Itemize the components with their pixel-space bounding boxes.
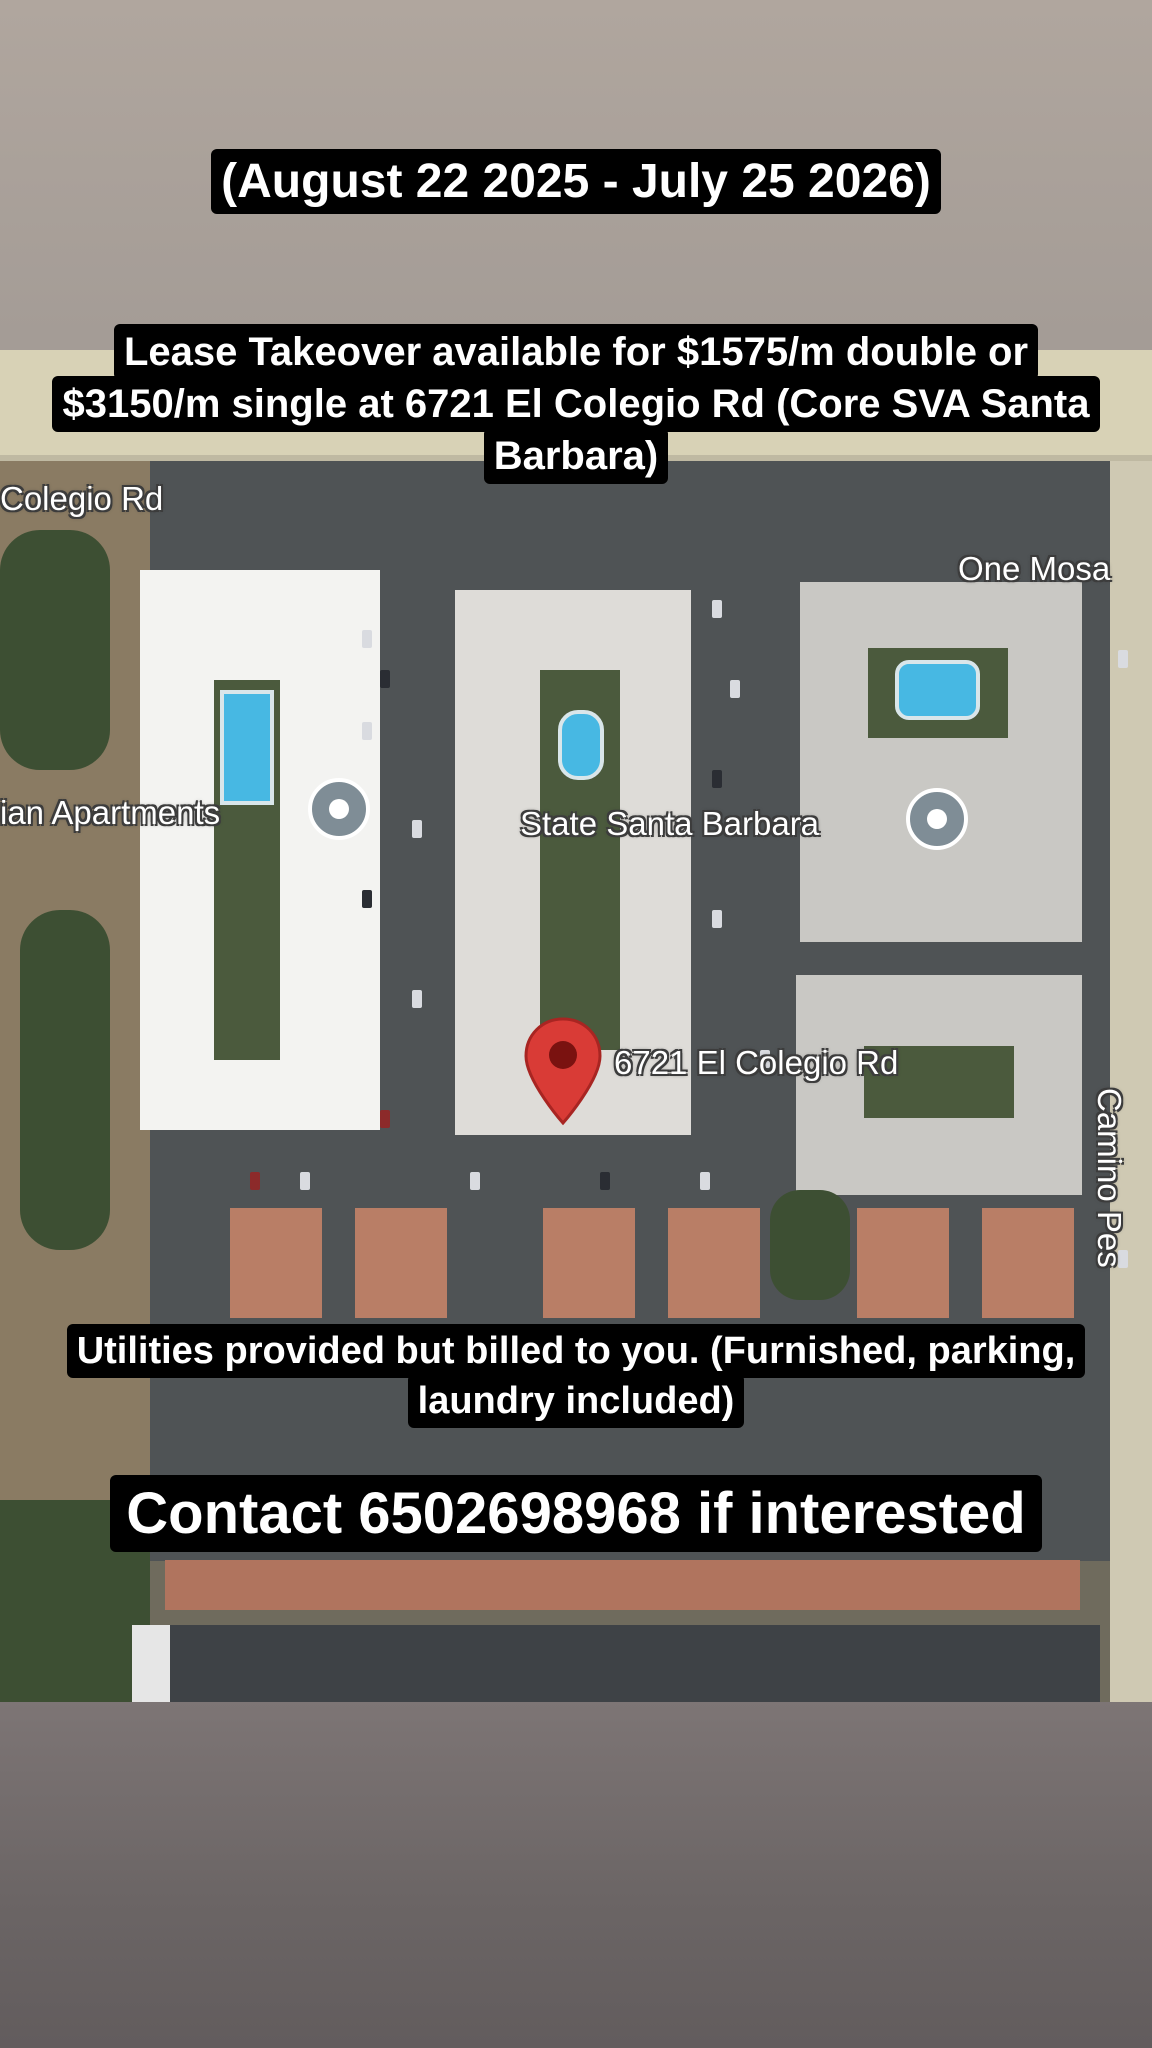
parked-car bbox=[380, 670, 390, 688]
place-marker-icon[interactable] bbox=[906, 788, 968, 850]
townhouse-roof bbox=[355, 1208, 447, 1318]
parked-car bbox=[412, 990, 422, 1008]
parked-car bbox=[362, 630, 372, 648]
parked-car bbox=[600, 1172, 610, 1190]
parked-car bbox=[250, 1172, 260, 1190]
poi-label-west[interactable]: ian Apartments bbox=[0, 794, 220, 832]
townhouse-roof bbox=[230, 1208, 322, 1318]
parked-car bbox=[712, 910, 722, 928]
location-pin-icon[interactable] bbox=[522, 1015, 604, 1127]
poi-label-center[interactable]: State Santa Barbara bbox=[520, 805, 819, 843]
tree-cluster bbox=[0, 530, 110, 770]
lease-offer-caption: Lease Takeover available for $1575/m dou… bbox=[0, 324, 1152, 484]
parked-car bbox=[700, 1172, 710, 1190]
utilities-caption: Utilities provided but billed to you. (F… bbox=[0, 1324, 1152, 1428]
tree-cluster bbox=[770, 1190, 850, 1300]
building-east bbox=[800, 582, 1082, 942]
contact-text: Contact 6502698968 if interested bbox=[110, 1475, 1042, 1552]
tree-cluster bbox=[20, 910, 110, 1250]
pool-east bbox=[895, 660, 980, 720]
parked-car bbox=[712, 770, 722, 788]
pool-center bbox=[558, 710, 604, 780]
parked-car bbox=[730, 680, 740, 698]
pool-west bbox=[220, 690, 274, 805]
place-marker-icon[interactable] bbox=[308, 778, 370, 840]
side-road-label: Camino Pes bbox=[1091, 1088, 1128, 1268]
pin-address-label[interactable]: 6721 El Colegio Rd bbox=[614, 1044, 898, 1082]
parked-car bbox=[470, 1172, 480, 1190]
contact-caption: Contact 6502698968 if interested bbox=[0, 1468, 1152, 1560]
townhouse-roof bbox=[543, 1208, 635, 1318]
parked-car bbox=[380, 1110, 390, 1128]
parked-car bbox=[300, 1172, 310, 1190]
lower-parking-lot bbox=[165, 1625, 1100, 1702]
townhouse-row-roof bbox=[165, 1560, 1080, 1610]
lease-dates-caption: (August 22 2025 - July 25 2026) bbox=[0, 149, 1152, 214]
road-label: Colegio Rd bbox=[0, 480, 164, 517]
parked-car bbox=[412, 820, 422, 838]
utilities-text: Utilities provided but billed to you. (F… bbox=[66, 1324, 1086, 1428]
street-car bbox=[1118, 650, 1128, 668]
parked-car bbox=[362, 722, 372, 740]
road-label-right: One Mosa bbox=[958, 550, 1111, 587]
crosswalk bbox=[132, 1625, 170, 1702]
parked-car bbox=[712, 600, 722, 618]
parked-car bbox=[362, 890, 372, 908]
lease-offer-text: Lease Takeover available for $1575/m dou… bbox=[52, 324, 1100, 484]
townhouse-roof bbox=[982, 1208, 1074, 1318]
townhouse-roof bbox=[857, 1208, 949, 1318]
townhouse-roof bbox=[668, 1208, 760, 1318]
lease-dates-text: (August 22 2025 - July 25 2026) bbox=[211, 149, 941, 214]
